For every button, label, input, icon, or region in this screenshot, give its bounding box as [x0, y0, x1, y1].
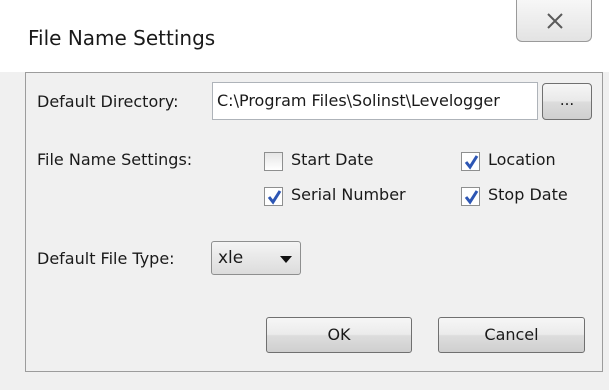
default-file-type-label: Default File Type: [37, 249, 175, 268]
serial-number-checkbox[interactable] [264, 187, 283, 206]
browse-button[interactable]: ... [542, 83, 592, 120]
file-type-dropdown[interactable]: xle [211, 241, 301, 275]
title-bar: File Name Settings [0, 0, 613, 72]
checkmark-icon [464, 155, 479, 170]
dialog-title: File Name Settings [28, 26, 216, 50]
close-icon [547, 13, 563, 29]
checkmark-icon [267, 190, 282, 205]
default-directory-value: C:\Program Files\Solinst\Levelogger [217, 91, 500, 110]
location-label: Location [488, 150, 556, 169]
location-checkbox[interactable] [461, 152, 480, 171]
start-date-label: Start Date [291, 150, 374, 169]
window-frame [609, 40, 613, 390]
default-directory-field[interactable]: C:\Program Files\Solinst\Levelogger [212, 82, 538, 120]
serial-number-label: Serial Number [291, 185, 406, 204]
dropdown-arrow-icon [280, 256, 292, 263]
file-type-value: xle [218, 248, 244, 268]
close-button[interactable] [516, 0, 592, 42]
stop-date-label: Stop Date [488, 185, 568, 204]
start-date-checkbox[interactable] [264, 152, 283, 171]
checkmark-icon [464, 190, 479, 205]
stop-date-checkbox[interactable] [461, 187, 480, 206]
ok-button[interactable]: OK [266, 317, 412, 353]
default-directory-label: Default Directory: [37, 92, 179, 111]
file-name-settings-dialog: File Name Settings Default Directory: C:… [0, 0, 613, 390]
file-name-settings-label: File Name Settings: [37, 150, 193, 169]
cancel-button[interactable]: Cancel [438, 317, 585, 353]
